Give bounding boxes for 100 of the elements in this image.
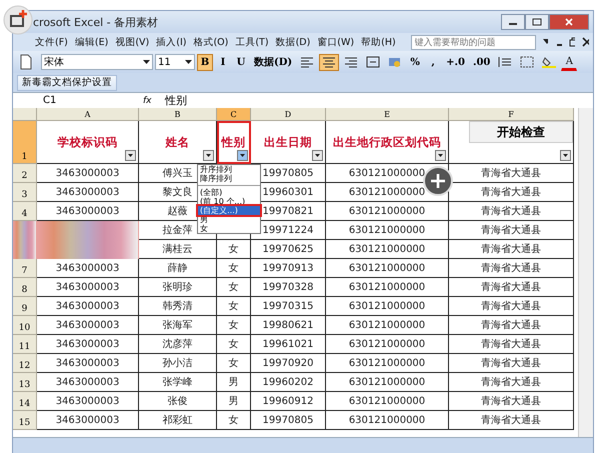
plus-icon[interactable] <box>423 166 453 196</box>
format-button[interactable]: B <box>197 54 213 70</box>
row-header[interactable]: 10 <box>13 316 37 335</box>
format-button[interactable]: +.0 <box>443 54 468 70</box>
column-header[interactable]: C <box>217 108 251 121</box>
minimize-button[interactable] <box>501 14 525 30</box>
table-cell: 630121000000 <box>326 202 449 221</box>
table-cell: 青海省大通县 <box>449 240 574 259</box>
name-box[interactable]: C1 <box>13 95 103 106</box>
format-button[interactable]: % <box>407 54 424 70</box>
table-cell: 青海省大通县 <box>449 316 574 335</box>
table-cell: 630121000000 <box>326 335 449 354</box>
table-cell: 女 <box>217 411 251 430</box>
table-cell: 青海省大通县 <box>449 354 574 373</box>
row-header[interactable]: 7 <box>13 259 37 278</box>
table-cell: 3463000003 <box>37 354 139 373</box>
row-header[interactable]: 15 <box>13 411 37 430</box>
font-size-field[interactable]: 11 <box>155 54 195 70</box>
menu-item[interactable]: 工具(T) <box>235 36 269 48</box>
menu-item[interactable]: 编辑(E) <box>74 36 108 48</box>
table-cell: 青海省大通县 <box>449 202 574 221</box>
help-search-field[interactable]: 键入需要帮助的问题 <box>410 34 536 50</box>
start-check-button[interactable]: 开始检查 <box>469 121 573 143</box>
vertical-scrollbar[interactable] <box>578 108 593 437</box>
align-right-icon <box>344 56 358 68</box>
add-capture-icon[interactable] <box>3 5 33 35</box>
table-cell: 3463000003 <box>37 373 139 392</box>
align-center-button[interactable] <box>319 54 340 70</box>
row-header[interactable]: 2 <box>13 164 37 183</box>
table-cell: 19970805 <box>251 411 326 430</box>
currency-icon <box>388 56 402 68</box>
row-header[interactable]: 1 <box>13 121 37 164</box>
format-button[interactable]: , <box>425 54 442 70</box>
column-title: 性别 <box>222 134 246 150</box>
table-cell: 630121000000 <box>326 297 449 316</box>
window-title: crosoft Excel - 备用素材 <box>33 14 158 30</box>
menu-item[interactable]: 窗口(W) <box>317 36 354 48</box>
table-cell: 3463000003 <box>37 259 139 278</box>
table-cell: 3463000003 <box>37 297 139 316</box>
formula-field[interactable]: 性别 <box>165 93 187 108</box>
filter-dropdown-icon[interactable] <box>203 150 214 161</box>
column-header[interactable]: E <box>326 108 449 121</box>
menu-item[interactable]: 视图(V) <box>115 36 150 48</box>
borders-icon <box>520 56 534 68</box>
table-cell: 女 <box>217 278 251 297</box>
row-header[interactable]: 12 <box>13 354 37 373</box>
font-name-field[interactable]: 宋体 <box>41 54 153 70</box>
filter-option[interactable]: (自定义...) <box>198 206 260 215</box>
format-button[interactable]: U <box>233 54 249 70</box>
row-header[interactable]: 14 <box>13 392 37 411</box>
column-header[interactable]: A <box>37 108 139 121</box>
table-cell: 孙小洁 <box>139 354 217 373</box>
column-title: 姓名 <box>166 134 190 150</box>
table-cell: 青海省大通县 <box>449 297 574 316</box>
filter-dropdown-icon[interactable] <box>237 150 248 161</box>
data-menu-button[interactable]: 数据(D) <box>251 54 296 70</box>
format-button[interactable]: I <box>215 54 231 70</box>
row-header[interactable]: 13 <box>13 373 37 392</box>
row-header[interactable]: 11 <box>13 335 37 354</box>
maximize-button[interactable] <box>525 14 549 30</box>
table-cell: 薛静 <box>139 259 217 278</box>
caret-icon[interactable] <box>542 39 548 45</box>
menu-item[interactable]: 帮助(H) <box>361 36 396 48</box>
row-header[interactable]: 4 <box>13 202 37 221</box>
close-icon[interactable] <box>582 37 590 47</box>
table-cell: 祁彩虹 <box>139 411 217 430</box>
filter-dropdown-icon[interactable] <box>312 150 323 161</box>
row-header[interactable]: 9 <box>13 297 37 316</box>
table-cell: 19970328 <box>251 278 326 297</box>
filter-dropdown-icon[interactable] <box>560 150 571 161</box>
column-title: 出生日期 <box>264 134 312 150</box>
table-cell: 19980621 <box>251 316 326 335</box>
table-cell: 女 <box>217 240 251 259</box>
column-header[interactable]: D <box>251 108 326 121</box>
filter-dropdown-icon[interactable] <box>435 150 446 161</box>
restore-icon[interactable] <box>568 37 576 47</box>
menu-item[interactable]: 插入(I) <box>156 36 186 48</box>
filter-dropdown-icon[interactable] <box>125 150 136 161</box>
column-header[interactable]: B <box>139 108 217 121</box>
format-button[interactable]: .00 <box>470 54 494 70</box>
table-cell: 满桂云 <box>139 240 217 259</box>
table-cell: 女 <box>217 335 251 354</box>
table-cell: 青海省大通县 <box>449 259 574 278</box>
merge-icon <box>366 56 380 68</box>
new-document-icon[interactable] <box>19 54 33 70</box>
column-header[interactable]: F <box>449 108 574 121</box>
function-label[interactable]: fx <box>143 96 165 106</box>
row-header[interactable]: 3 <box>13 183 37 202</box>
menu-item[interactable]: 数据(D) <box>276 36 310 48</box>
menu-item[interactable]: 文件(F) <box>35 36 68 48</box>
custom-toolbar-button[interactable]: 新毒霸文档保护设置 <box>17 74 117 90</box>
table-cell: 女 <box>217 316 251 335</box>
table-cell: 青海省大通县 <box>449 335 574 354</box>
close-button[interactable] <box>549 14 589 30</box>
table-cell: 张明珍 <box>139 278 217 297</box>
table-cell: 3463000003 <box>37 278 139 297</box>
row-header[interactable]: 8 <box>13 278 37 297</box>
column-title: 出生地行政区划代码 <box>333 134 441 150</box>
menu-item[interactable]: 格式(O) <box>193 36 228 48</box>
table-cell: 韩秀清 <box>139 297 217 316</box>
